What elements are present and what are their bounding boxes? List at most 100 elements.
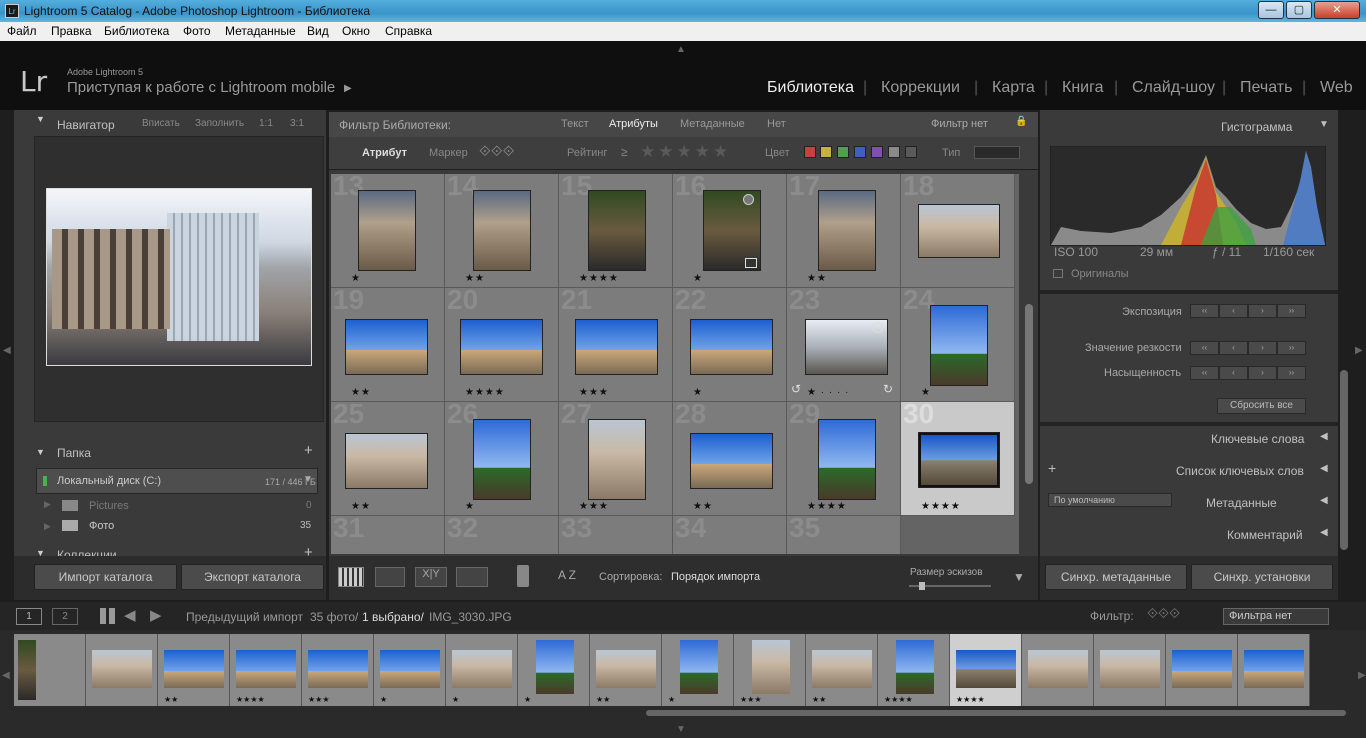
filmstrip-thumbnail[interactable] xyxy=(236,650,296,688)
nav-1to1[interactable]: 1:1 xyxy=(259,118,273,129)
metadata-title[interactable]: Метаданные xyxy=(1206,496,1277,510)
thumbnail[interactable] xyxy=(359,191,415,270)
survey-view-icon[interactable] xyxy=(456,567,488,587)
sort-direction-icon[interactable]: A Z xyxy=(558,568,576,582)
saturation-minus-large[interactable]: ‹‹ xyxy=(1190,366,1219,380)
grid-cell[interactable]: 34 xyxy=(673,512,787,554)
thumbnail[interactable] xyxy=(819,420,875,499)
collapse-top-panel-icon[interactable]: ▲ xyxy=(676,44,686,55)
second-window-button[interactable]: 2 xyxy=(52,608,78,625)
filmstrip-cell[interactable]: ★★★★ xyxy=(950,634,1022,706)
exposure-minus[interactable]: ‹ xyxy=(1219,304,1248,318)
color-blue-swatch[interactable] xyxy=(854,146,866,158)
collapse-right-panel-icon[interactable]: ▶ xyxy=(1355,345,1363,356)
menu-window[interactable]: Окно xyxy=(342,22,370,41)
filmstrip[interactable]: ◀ ▶ ★★ ★★★★ ★★★ ★ ★ ★ ★★ ★ ★★★ ★★ ★★★★ ★★★★ ▼ xyxy=(0,630,1366,738)
close-button[interactable]: ✕ xyxy=(1314,1,1360,19)
filmstrip-cell[interactable]: ★ xyxy=(374,634,446,706)
sharpness-plus-large[interactable]: ›› xyxy=(1277,341,1306,355)
minimize-button[interactable]: — xyxy=(1258,1,1284,19)
grid-cell[interactable]: 31 xyxy=(331,512,445,554)
grid-cell[interactable]: 26 ★ xyxy=(445,398,559,516)
volume-local-disk[interactable]: Локальный диск (C:) 171 / 446 ГБ ▼ xyxy=(36,468,318,494)
grid-cell-selected[interactable]: 30 ★★★★ xyxy=(901,398,1015,516)
exposure-plus[interactable]: › xyxy=(1248,304,1277,318)
filmstrip-scroll-left-icon[interactable]: ◀ xyxy=(2,670,10,681)
filter-tab-attributes[interactable]: Атрибуты xyxy=(609,118,658,130)
folders-title[interactable]: Папка xyxy=(57,446,91,460)
thumbnail[interactable] xyxy=(346,320,427,374)
filmstrip-thumbnail[interactable] xyxy=(1172,650,1232,688)
filter-tab-none[interactable]: Нет xyxy=(767,118,786,130)
module-map[interactable]: Карта xyxy=(992,79,1035,97)
filmstrip-thumbnail[interactable] xyxy=(1244,650,1304,688)
filmstrip-thumbnail[interactable] xyxy=(308,650,368,688)
forward-arrow-icon[interactable]: ▶ xyxy=(150,606,162,624)
filmstrip-cell[interactable] xyxy=(86,634,158,706)
sync-metadata-button[interactable]: Синхр. метаданные xyxy=(1045,564,1187,590)
sync-settings-button[interactable]: Синхр. установки xyxy=(1191,564,1333,590)
thumbnail[interactable] xyxy=(691,320,772,374)
histogram-graph[interactable] xyxy=(1050,146,1326,246)
import-catalog-button[interactable]: Импорт каталога xyxy=(34,564,177,590)
nav-fill[interactable]: Заполнить xyxy=(195,118,244,129)
thumbnail[interactable] xyxy=(819,191,875,270)
navigator-title[interactable]: Навигатор xyxy=(57,118,115,132)
grid-cell[interactable]: 35 xyxy=(787,512,901,554)
filmstrip-thumbnail[interactable] xyxy=(956,650,1016,688)
exposure-minus-large[interactable]: ‹‹ xyxy=(1190,304,1219,318)
metadata-preset-select[interactable]: По умолчанию xyxy=(1048,493,1172,507)
keywording-toggle-icon[interactable]: ◀ xyxy=(1320,431,1328,442)
grid-cell[interactable]: 32 xyxy=(445,512,559,554)
menu-photo[interactable]: Фото xyxy=(183,22,211,41)
filmstrip-thumbnail[interactable] xyxy=(164,650,224,688)
thumbnail[interactable] xyxy=(589,191,645,270)
rating-operator[interactable]: ≥ xyxy=(621,145,628,159)
nav-fit[interactable]: Вписать xyxy=(142,118,180,129)
quick-collection-icon[interactable] xyxy=(743,194,754,205)
filmstrip-cell[interactable]: ★ xyxy=(446,634,518,706)
thumbnail[interactable] xyxy=(461,320,542,374)
saturation-plus[interactable]: › xyxy=(1248,366,1277,380)
collapse-left-panel-icon[interactable]: ◀ xyxy=(3,345,11,356)
filmstrip-cell[interactable]: ★ xyxy=(518,634,590,706)
comments-toggle-icon[interactable]: ◀ xyxy=(1320,527,1328,538)
filmstrip-filter-select[interactable]: Фильтра нет xyxy=(1223,608,1329,625)
comments-title[interactable]: Комментарий xyxy=(1227,528,1303,542)
loupe-view-icon[interactable] xyxy=(375,567,405,587)
grid-cell[interactable]: 16 ★ xyxy=(673,174,787,288)
grid-cell[interactable]: 21 ★★★ xyxy=(559,284,673,402)
exposure-plus-large[interactable]: ›› xyxy=(1277,304,1306,318)
collections-title[interactable]: Коллекции xyxy=(57,548,117,556)
grid-cell[interactable]: 19 ★★ xyxy=(331,284,445,402)
grid-cell[interactable]: 25 ★★ xyxy=(331,398,445,516)
thumbnail[interactable] xyxy=(931,306,987,385)
module-web[interactable]: Web xyxy=(1320,79,1353,97)
export-catalog-button[interactable]: Экспорт каталога xyxy=(181,564,324,590)
color-red-swatch[interactable] xyxy=(804,146,816,158)
painter-spray-icon[interactable] xyxy=(517,565,529,587)
filmstrip-thumbnail[interactable] xyxy=(752,640,790,694)
color-yellow-swatch[interactable] xyxy=(820,146,832,158)
rotate-left-icon[interactable]: ↺ xyxy=(791,382,801,396)
grid-cell[interactable]: 13 ★ xyxy=(331,174,445,288)
filmstrip-scrollbar[interactable] xyxy=(646,710,1346,716)
thumbnail[interactable] xyxy=(346,434,427,488)
maximize-button[interactable]: ▢ xyxy=(1286,1,1312,19)
thumbnail[interactable] xyxy=(691,434,772,488)
module-print[interactable]: Печать xyxy=(1240,79,1292,97)
filmstrip-cell[interactable]: ★ xyxy=(662,634,734,706)
grid-cell[interactable]: 22 ★ xyxy=(673,284,787,402)
grid-cell[interactable]: 27 ★★★ xyxy=(559,398,673,516)
folder-photo[interactable]: Фото xyxy=(89,520,114,532)
filmstrip-filename[interactable]: IMG_3030.JPG xyxy=(429,610,512,624)
navigator-toggle-icon[interactable]: ▼ xyxy=(36,114,45,124)
filmstrip-cell[interactable]: ★★ xyxy=(590,634,662,706)
color-purple-swatch[interactable] xyxy=(871,146,883,158)
color-green-swatch[interactable] xyxy=(837,146,849,158)
collapse-bottom-panel-icon[interactable]: ▼ xyxy=(676,724,686,735)
grid-view-icon[interactable] xyxy=(338,567,364,587)
filmstrip-thumbnail[interactable] xyxy=(452,650,512,688)
thumbnail[interactable] xyxy=(589,420,645,499)
thumbnail-size-slider[interactable] xyxy=(909,582,991,590)
